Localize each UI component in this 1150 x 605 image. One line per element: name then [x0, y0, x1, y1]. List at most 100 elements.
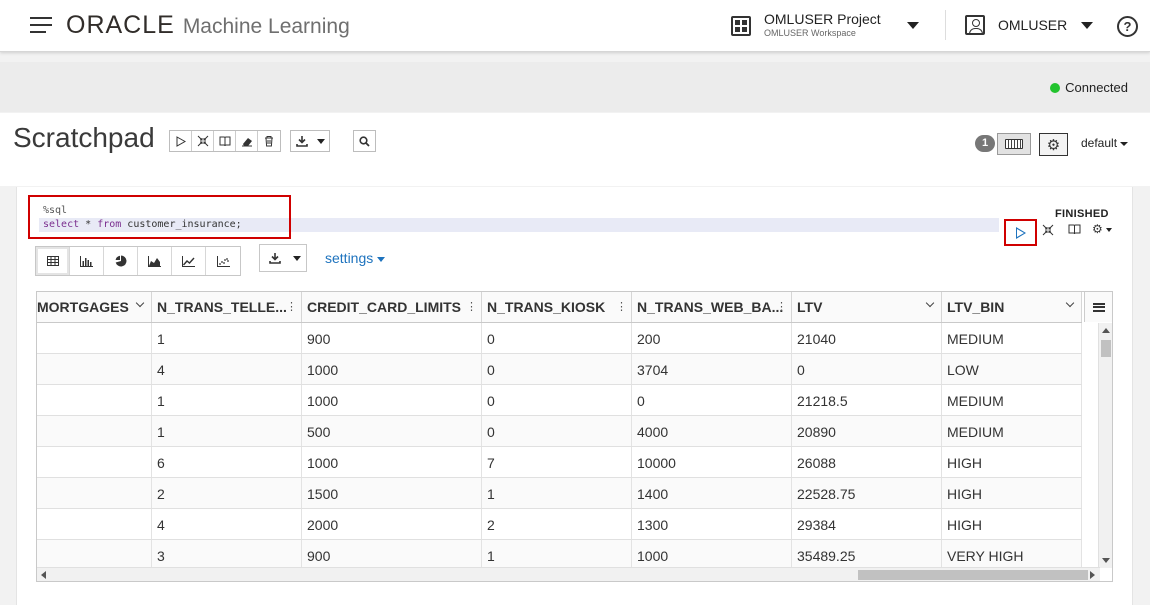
table-cell: 4000	[632, 416, 792, 446]
column-header[interactable]: N_TRANS_KIOSK ⋮	[482, 292, 632, 322]
table-cell: 0	[482, 354, 632, 384]
collapse-paragraph-icon[interactable]	[1042, 224, 1054, 239]
table-cell: MEDIUM	[942, 385, 1082, 415]
column-options-icon[interactable]: ⋮	[286, 292, 297, 322]
book-icon[interactable]	[214, 131, 236, 151]
export-dropdown[interactable]	[290, 130, 330, 152]
run-icon	[1015, 226, 1026, 239]
download-chevron-down-icon	[293, 255, 301, 261]
table-body: 1 900 0 200 21040 MEDIUM 4 1000 0 3704 0 LOW 1 1000 0 0…	[37, 323, 1082, 571]
table-cell: HIGH	[942, 509, 1082, 539]
table-cell: 1000	[302, 354, 482, 384]
vertical-scrollbar[interactable]	[1098, 323, 1112, 568]
sort-chevron-icon[interactable]	[1065, 298, 1075, 308]
scatter-chart-icon[interactable]	[206, 247, 240, 275]
notebook-paragraph: %sql select * from customer_insurance; F…	[16, 187, 1133, 605]
table-cell: 1000	[632, 540, 792, 570]
table-cell: 2	[482, 509, 632, 539]
sort-chevron-icon[interactable]	[925, 298, 935, 308]
column-header[interactable]: MORTGAGES	[37, 292, 152, 322]
table-cell: 1	[152, 323, 302, 353]
table-cell: MEDIUM	[942, 416, 1082, 446]
interpreter-chevron-down-icon	[1120, 141, 1129, 146]
settings-gear-icon[interactable]: ⚙	[1039, 133, 1068, 156]
help-icon[interactable]: ?	[1117, 16, 1138, 37]
table-cell: 10000	[632, 447, 792, 477]
column-header[interactable]: LTV_BIN	[942, 292, 1082, 322]
sort-chevron-icon[interactable]	[135, 298, 145, 308]
header-divider	[945, 10, 946, 40]
visualization-toolbar	[35, 246, 241, 276]
column-header[interactable]: N_TRANS_TELLE... ⋮	[152, 292, 302, 322]
table-cell: 21040	[792, 323, 942, 353]
pie-chart-icon[interactable]	[104, 247, 138, 275]
user-menu[interactable]: OMLUSER	[965, 15, 1094, 35]
project-selector[interactable]: OMLUSER Project OMLUSER Workspace	[731, 11, 919, 38]
notebook-titlebar: Scratchpad 1 ⚙ default	[0, 113, 1150, 186]
vertical-scroll-thumb[interactable]	[1101, 340, 1111, 357]
workspace-name: OMLUSER Workspace	[764, 28, 856, 38]
search-icon[interactable]	[353, 130, 376, 152]
trash-icon[interactable]	[258, 131, 280, 151]
keyboard-shortcuts-button[interactable]	[997, 133, 1031, 155]
table-cell	[37, 447, 152, 477]
settings-link[interactable]: settings	[325, 250, 386, 266]
project-name: OMLUSER Project	[764, 11, 881, 27]
paragraph-book-icon[interactable]	[1068, 224, 1081, 238]
column-options-icon[interactable]: ⋮	[776, 292, 787, 322]
table-cell: LOW	[942, 354, 1082, 384]
table-cell: 26088	[792, 447, 942, 477]
table-cell: HIGH	[942, 447, 1082, 477]
download-icon	[269, 253, 281, 264]
user-icon	[965, 15, 985, 35]
table-row: 6 1000 7 10000 26088 HIGH	[37, 447, 1082, 478]
table-row: 1 900 0 200 21040 MEDIUM	[37, 323, 1082, 354]
run-all-icon[interactable]	[170, 131, 192, 151]
table-cell	[37, 385, 152, 415]
table-cell: 1	[152, 416, 302, 446]
connection-status-label: Connected	[1065, 80, 1128, 95]
keyboard-icon	[1005, 139, 1023, 149]
scroll-up-icon[interactable]	[1102, 328, 1110, 333]
table-cell: 20890	[792, 416, 942, 446]
run-paragraph-button[interactable]	[1004, 219, 1037, 246]
notebook-title[interactable]: Scratchpad	[13, 122, 155, 154]
column-header[interactable]: N_TRANS_WEB_BA... ⋮	[632, 292, 792, 322]
table-cell: 22528.75	[792, 478, 942, 508]
brand-logo: ORACLE Machine Learning	[66, 11, 350, 40]
column-header[interactable]: LTV	[792, 292, 942, 322]
download-results-dropdown[interactable]	[259, 244, 307, 272]
horizontal-scroll-thumb[interactable]	[858, 570, 1088, 580]
table-cell: 900	[302, 323, 482, 353]
paragraph-gear-icon[interactable]: ⚙	[1092, 222, 1112, 236]
interpreter-binding-menu[interactable]: default	[1081, 136, 1129, 150]
table-cell: 0	[482, 416, 632, 446]
table-cell: 29384	[792, 509, 942, 539]
table-cell: 1	[152, 385, 302, 415]
scroll-right-icon[interactable]	[1090, 571, 1095, 579]
table-cell: VERY HIGH	[942, 540, 1082, 570]
horizontal-scrollbar[interactable]	[37, 567, 1100, 581]
user-chevron-down-icon[interactable]	[1081, 21, 1094, 29]
eraser-icon[interactable]	[236, 131, 258, 151]
table-cell: 1	[482, 540, 632, 570]
column-options-icon[interactable]: ⋮	[466, 292, 477, 322]
column-menu-icon[interactable]	[1084, 292, 1112, 322]
column-header[interactable]: CREDIT_CARD_LIMITS ⋮	[302, 292, 482, 322]
hamburger-menu-icon[interactable]	[30, 17, 52, 35]
line-chart-icon[interactable]	[172, 247, 206, 275]
table-icon[interactable]	[36, 247, 70, 275]
interpreter-binding-label: default	[1081, 136, 1118, 150]
bar-chart-icon[interactable]	[70, 247, 104, 275]
column-header-label: N_TRANS_KIOSK	[487, 299, 606, 315]
status-strip: Connected	[0, 62, 1150, 112]
table-cell	[37, 354, 152, 384]
column-options-icon[interactable]: ⋮	[616, 292, 627, 322]
area-chart-icon[interactable]	[138, 247, 172, 275]
export-chevron-down-icon	[317, 138, 325, 144]
collapse-icon[interactable]	[192, 131, 214, 151]
scroll-left-icon[interactable]	[41, 571, 46, 579]
project-chevron-down-icon[interactable]	[907, 22, 919, 29]
scroll-down-icon[interactable]	[1102, 558, 1110, 563]
table-cell: 1	[482, 478, 632, 508]
